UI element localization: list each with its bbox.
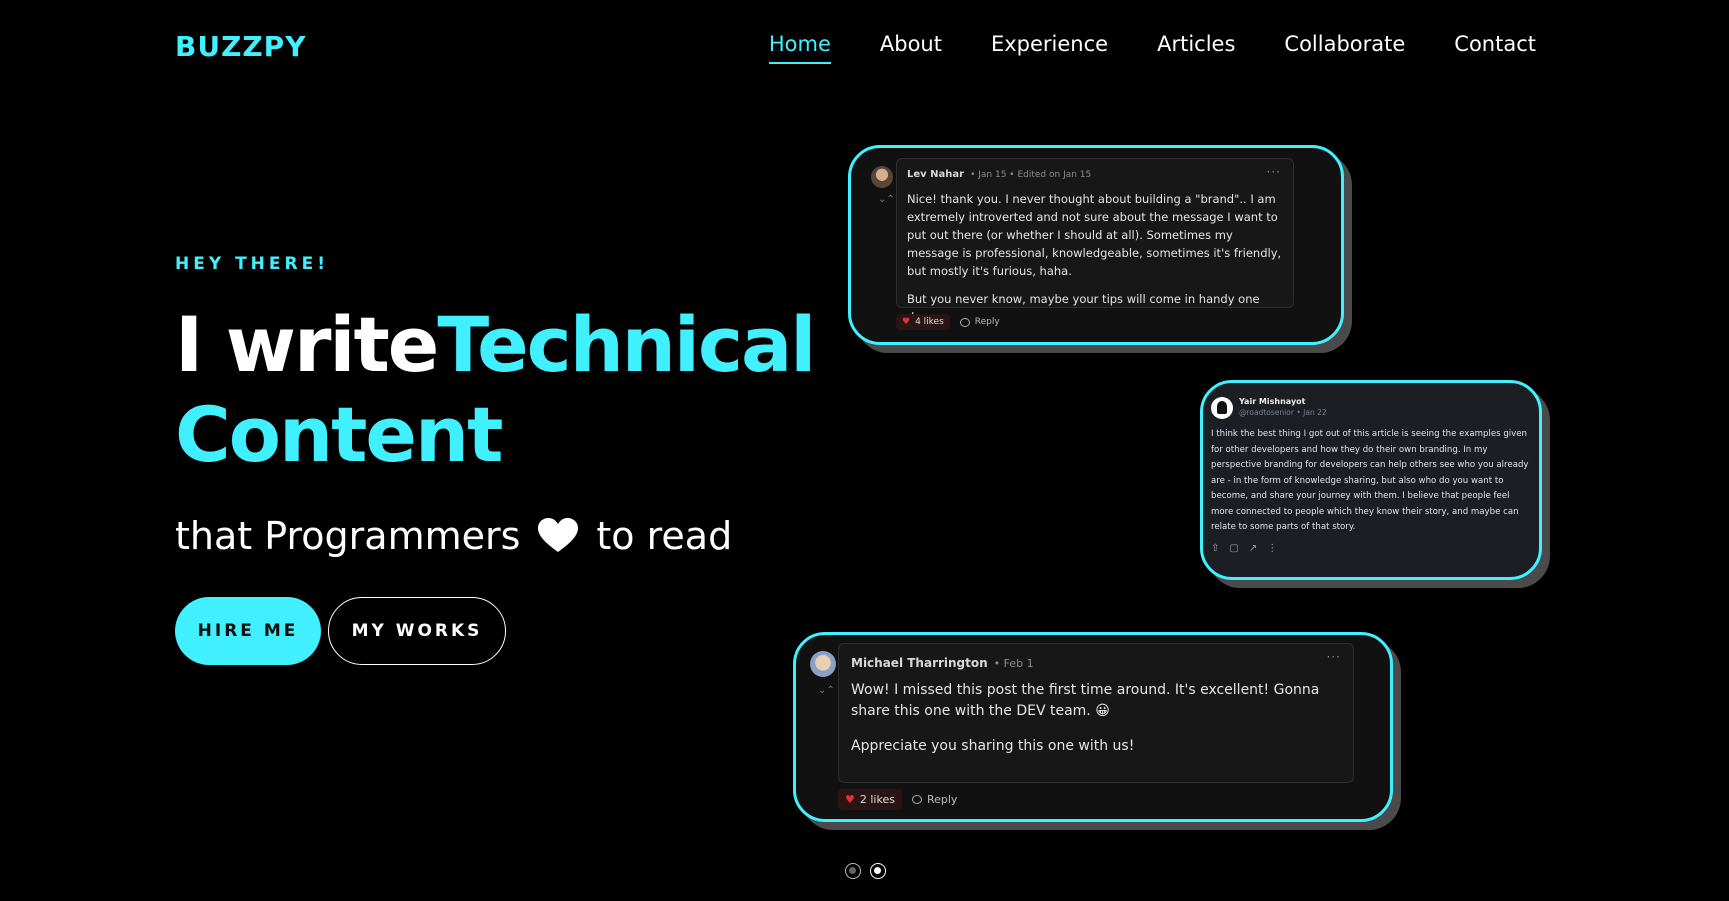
headline-cyan-text-1: Technical xyxy=(437,300,816,389)
comment-card: ⌄⌃ ··· Michael Tharrington • Feb 1 Wow! … xyxy=(793,632,1393,822)
avatar[interactable] xyxy=(1211,397,1233,419)
brand-logo[interactable]: BUZZPY xyxy=(175,30,306,63)
comment-handle-text: @roadtosenior xyxy=(1239,408,1294,417)
testimonial-card: Yair Mishnayot @roadtosenior • Jan 22 I … xyxy=(1200,380,1550,588)
comment-paragraph: I think the best thing I got out of this… xyxy=(1211,429,1529,532)
likes-count: 2 likes xyxy=(859,793,895,806)
comment-meta: Yair Mishnayot @roadtosenior • Jan 22 xyxy=(1239,397,1327,417)
comment-date-text: Jan 15 • Edited on Jan 15 xyxy=(978,169,1092,180)
comment-box: ··· Michael Tharrington • Feb 1 Wow! I m… xyxy=(838,643,1354,783)
main-nav: Home About Experience Articles Collabora… xyxy=(768,32,1536,64)
comment-author[interactable]: Michael Tharrington xyxy=(851,656,988,670)
headline-white-text: I write xyxy=(175,300,439,389)
comment-paragraph: Appreciate you sharing this one with us! xyxy=(851,738,1135,754)
comment-card: Yair Mishnayot @roadtosenior • Jan 22 I … xyxy=(1200,380,1542,580)
comment-body: Wow! I missed this post the first time a… xyxy=(851,680,1341,757)
avatar[interactable] xyxy=(810,651,836,677)
comment-meta: Michael Tharrington • Feb 1 xyxy=(851,656,1341,670)
comment-body: Nice! thank you. I never thought about b… xyxy=(907,190,1283,326)
comment-date: • Jan 15 • Edited on Jan 15 xyxy=(970,169,1092,180)
comment-card: ⌄⌃ ··· Lev Nahar • Jan 15 • Edited on Ja… xyxy=(848,145,1344,345)
collapse-icon[interactable]: ⌄⌃ xyxy=(818,685,835,696)
hero-headline: I writeTechnical Content xyxy=(175,300,816,480)
likes-button[interactable]: ♥ 2 likes xyxy=(838,789,902,810)
comment-date: Jan 22 xyxy=(1303,408,1327,417)
comment-meta: Lev Nahar • Jan 15 • Edited on Jan 15 xyxy=(907,169,1283,180)
headline-cyan-text-2: Content xyxy=(175,390,503,479)
likes-count: 4 likes xyxy=(915,317,944,327)
comment-icon[interactable]: ▢ xyxy=(1229,543,1238,554)
comment-date: • Feb 1 xyxy=(993,656,1034,670)
reply-label: Reply xyxy=(926,793,958,806)
testimonial-card: ⌄⌃ ··· Michael Tharrington • Feb 1 Wow! … xyxy=(793,632,1401,830)
more-options-icon[interactable]: ··· xyxy=(1327,650,1341,664)
comment-author[interactable]: Yair Mishnayot xyxy=(1239,397,1327,406)
carousel-pagination xyxy=(845,863,886,879)
likes-button[interactable]: ♥ 4 likes xyxy=(896,314,950,330)
more-options-icon[interactable]: ··· xyxy=(1267,165,1281,179)
reply-button[interactable]: Reply xyxy=(959,317,1000,327)
reply-label: Reply xyxy=(974,317,1000,327)
share-icon[interactable]: ↗ xyxy=(1249,543,1257,554)
my-works-button[interactable]: MY WORKS xyxy=(328,597,506,665)
reply-icon xyxy=(959,317,970,327)
carousel-dot-1[interactable] xyxy=(845,863,861,879)
nav-item-experience[interactable]: Experience xyxy=(991,32,1108,64)
reply-icon xyxy=(911,795,922,804)
comment-paragraph: Wow! I missed this post the first time a… xyxy=(851,682,1320,719)
nav-item-contact[interactable]: Contact xyxy=(1454,32,1536,64)
comment-date-text: Feb 1 xyxy=(1003,656,1034,670)
hire-me-button[interactable]: HIRE ME xyxy=(175,597,321,665)
comment-actions: ♥ 2 likes Reply xyxy=(838,789,957,810)
nav-item-collaborate[interactable]: Collaborate xyxy=(1284,32,1405,64)
subline-before: that Programmers xyxy=(175,514,521,558)
reply-button[interactable]: Reply xyxy=(911,793,958,806)
comment-actions: ♥ 4 likes Reply xyxy=(896,314,1000,330)
testimonial-card: ⌄⌃ ··· Lev Nahar • Jan 15 • Edited on Ja… xyxy=(848,145,1352,353)
nav-item-home[interactable]: Home xyxy=(768,32,831,64)
comment-actions: ⇧ ▢ ↗ ⋮ xyxy=(1211,543,1277,554)
heart-icon xyxy=(538,518,579,554)
more-options-icon[interactable]: ⋮ xyxy=(1267,543,1277,554)
nav-item-about[interactable]: About xyxy=(880,32,942,64)
comment-body: I think the best thing I got out of this… xyxy=(1211,427,1533,536)
comment-box: ··· Lev Nahar • Jan 15 • Edited on Jan 1… xyxy=(896,158,1294,324)
nav-item-articles[interactable]: Articles xyxy=(1157,32,1235,64)
subline-after: to read xyxy=(596,514,733,558)
collapse-icon[interactable]: ⌄⌃ xyxy=(878,194,895,205)
comment-paragraph: Nice! thank you. I never thought about b… xyxy=(907,192,1282,278)
carousel-dot-2[interactable] xyxy=(870,863,886,879)
hero-kicker: HEY THERE! xyxy=(175,254,329,274)
comment-author[interactable]: Lev Nahar xyxy=(907,169,964,180)
like-heart-icon: ♥ xyxy=(902,317,911,327)
like-heart-icon: ♥ xyxy=(845,793,855,806)
upvote-icon[interactable]: ⇧ xyxy=(1211,543,1219,554)
hero-subline: that Programmers to read xyxy=(175,514,732,558)
comment-handle: @roadtosenior • Jan 22 xyxy=(1239,408,1327,417)
avatar[interactable] xyxy=(871,166,893,188)
